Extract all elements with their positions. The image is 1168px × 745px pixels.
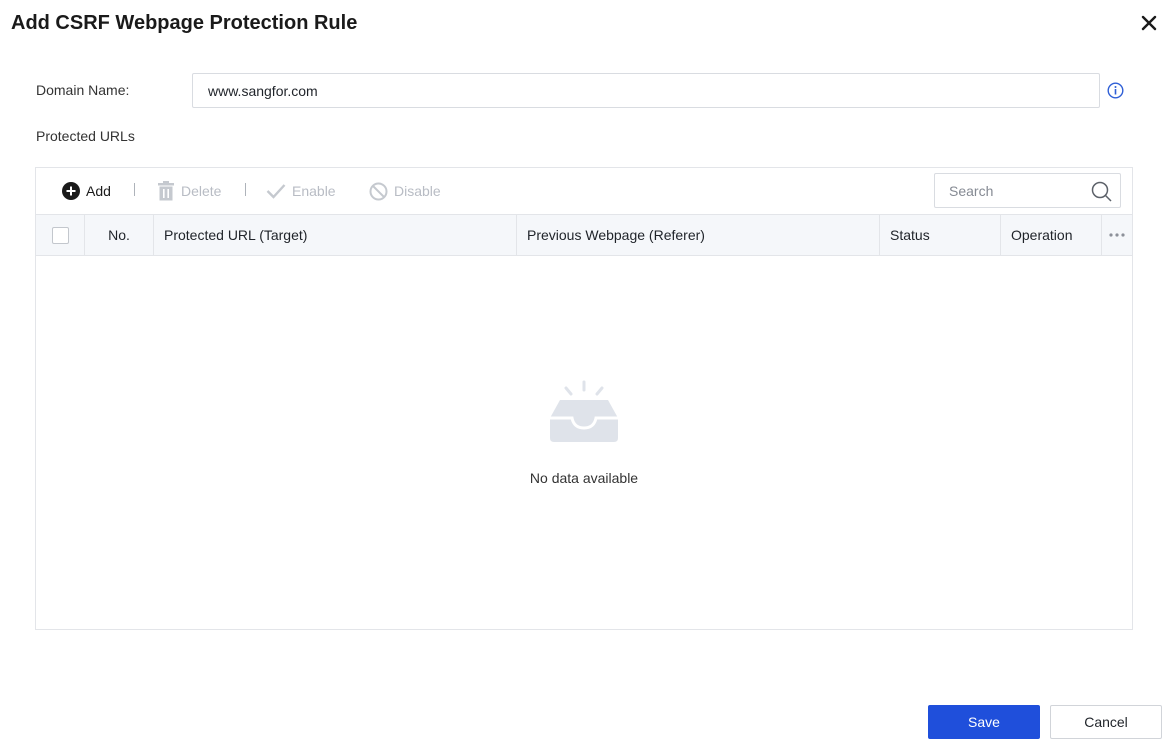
add-button[interactable]: Add <box>62 180 111 202</box>
search-box <box>934 173 1121 208</box>
close-icon[interactable] <box>1138 12 1160 34</box>
column-header-status[interactable]: Status <box>880 215 1001 255</box>
enable-button[interactable]: Enable <box>266 180 336 202</box>
empty-state-text: No data available <box>529 470 639 486</box>
column-settings-cell[interactable] <box>1102 215 1133 255</box>
table-toolbar: Add Delete Enable Disable <box>36 168 1132 214</box>
disable-button[interactable]: Disable <box>369 180 441 202</box>
column-header-no[interactable]: No. <box>85 215 154 255</box>
empty-inbox-icon <box>550 380 618 442</box>
domain-name-label: Domain Name: <box>36 82 130 98</box>
search-input[interactable] <box>935 174 1085 207</box>
more-icon[interactable] <box>1109 233 1125 237</box>
add-button-label: Add <box>86 183 111 199</box>
toolbar-divider <box>245 183 246 196</box>
select-all-cell <box>36 215 85 255</box>
info-icon[interactable] <box>1107 82 1124 99</box>
delete-button[interactable]: Delete <box>157 180 221 202</box>
dialog-title: Add CSRF Webpage Protection Rule <box>11 12 358 34</box>
ban-icon <box>369 182 388 200</box>
protected-urls-label: Protected URLs <box>36 128 135 144</box>
save-button[interactable]: Save <box>928 705 1040 739</box>
check-icon <box>266 184 286 199</box>
cancel-button[interactable]: Cancel <box>1050 705 1162 739</box>
toolbar-divider <box>134 183 135 196</box>
column-header-operation[interactable]: Operation <box>1001 215 1102 255</box>
enable-button-label: Enable <box>292 183 336 199</box>
protected-urls-table: Add Delete Enable Disable Search No. Pro… <box>35 167 1133 630</box>
table-header: No. Protected URL (Target) Previous Webp… <box>36 214 1132 256</box>
column-header-previous-webpage[interactable]: Previous Webpage (Referer) <box>517 215 880 255</box>
column-header-protected-url[interactable]: Protected URL (Target) <box>154 215 517 255</box>
delete-button-label: Delete <box>181 183 222 199</box>
domain-name-input[interactable] <box>192 73 1100 108</box>
select-all-checkbox[interactable] <box>52 227 69 244</box>
add-icon <box>62 182 80 200</box>
trash-icon <box>158 181 174 201</box>
disable-button-label: Disable <box>394 183 441 199</box>
search-icon[interactable] <box>1091 181 1112 202</box>
